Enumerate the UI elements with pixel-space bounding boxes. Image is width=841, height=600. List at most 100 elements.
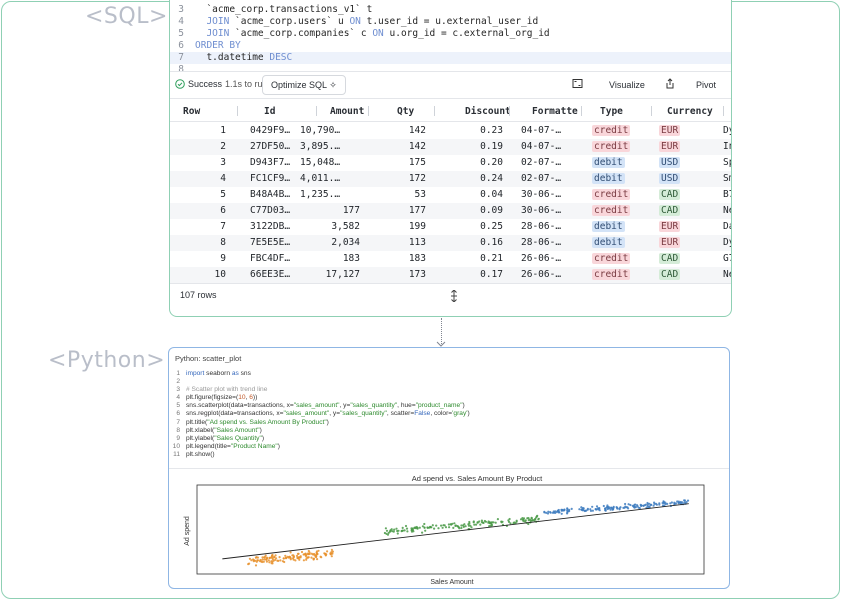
cell-qty: 199 — [408, 221, 426, 232]
scatter-point — [460, 526, 463, 530]
python-code-line[interactable]: 7 plt.title("Ad spend vs. Sales Amount By… — [169, 419, 729, 427]
line-number: 9 — [176, 434, 180, 442]
python-token: ) — [259, 426, 262, 434]
python-section-label: <Python> — [48, 348, 166, 373]
table-row[interactable]: 3 D943F7… 15,048… 175 0.20 02-07-… debit USD Sp — [170, 155, 731, 171]
scatter-point — [265, 560, 268, 563]
table-row[interactable]: 6 C77D03… 177 177 0.09 30-06-… credit CAD Ne — [170, 203, 731, 219]
cell-date: 30-06-… — [521, 205, 562, 216]
col-header-discount[interactable]: Discount — [465, 106, 511, 117]
column-divider[interactable] — [651, 106, 652, 116]
table-row[interactable]: 2 27DF50… 3,895.… 142 0.19 04-07-… credit EUR In — [170, 139, 731, 155]
table-row[interactable]: 7 3122DB… 3,582 199 0.25 28-06-… debit EUR Da — [170, 219, 731, 235]
output-divider — [169, 468, 729, 469]
table-row[interactable]: 8 7E5E5E… 2,034 113 0.16 28-06-… debit EUR Dy — [170, 235, 731, 251]
share-icon[interactable] — [665, 78, 675, 89]
column-divider[interactable] — [509, 106, 510, 116]
scatter-point — [416, 526, 419, 529]
status-text: Success — [188, 79, 223, 89]
table-row[interactable]: 9 FBC4DF… 183 183 0.21 26-06-… credit CAD G7 — [170, 251, 731, 267]
scatter-point — [488, 521, 491, 525]
scatter-point — [268, 561, 271, 564]
chart-title: Ad spend vs. Sales Amount By Product — [412, 474, 543, 483]
resize-handle-icon[interactable] — [450, 290, 458, 302]
python-token: sns.scatterplot(data=transactions, x= — [186, 402, 294, 410]
cell-extra: Dy — [723, 237, 731, 248]
sql-token: t.datetime — [195, 52, 270, 63]
cell-discount: 0.25 — [480, 221, 503, 232]
scatter-point — [310, 556, 313, 559]
python-token: as — [231, 370, 239, 377]
column-divider[interactable] — [237, 106, 238, 116]
python-code-line[interactable]: 5 sns.scatterplot(data=transactions, x="s… — [169, 402, 729, 410]
sql-code-line[interactable]: 6 ORDER BY — [170, 40, 731, 52]
sql-code-line[interactable]: 5 JOIN `acme_corp.companies` c ON u.org_… — [170, 28, 731, 40]
scatter-point — [530, 516, 533, 519]
cell-type: debit — [592, 173, 625, 184]
sql-code-line[interactable]: 3 `acme_corp.transactions_v1` t — [170, 4, 731, 16]
table-row[interactable]: 10 66EE3E… 17,127 173 0.17 26-06-… credit CAD Ne — [170, 267, 731, 283]
python-token: # Scatter plot with trend line — [186, 386, 268, 394]
cell-qty: 113 — [408, 237, 426, 248]
col-header-row[interactable]: Row — [183, 106, 200, 117]
optimize-sql-button[interactable]: Optimize SQL ✧ — [262, 75, 346, 95]
table-row[interactable]: 4 FC1CF9… 4,011.… 172 0.24 02-07-… debit USD Sm — [170, 171, 731, 187]
scatter-point — [670, 501, 673, 504]
python-editor[interactable]: 1 import seaborn as sns 2 3 # Scatter plot w… — [169, 370, 729, 459]
python-code-line[interactable]: 6 sns.regplot(data=transactions, x="sales… — [169, 410, 729, 418]
python-token: plt.show() — [186, 450, 215, 458]
python-code-line[interactable]: 1 import seaborn as sns — [169, 370, 729, 378]
cell-id: 66EE3E… — [250, 269, 291, 280]
column-divider[interactable] — [581, 106, 582, 116]
python-code-line[interactable]: 2 — [169, 378, 729, 386]
scatter-point — [437, 527, 440, 530]
python-token: , hue= — [397, 402, 416, 410]
cell-row: 5 — [220, 189, 226, 200]
column-divider[interactable] — [434, 106, 435, 116]
expand-icon[interactable] — [572, 78, 583, 89]
scatter-point — [302, 559, 305, 562]
col-header-currency[interactable]: Currency — [667, 106, 713, 117]
python-code-line[interactable]: 4 plt.figure(figsize=(10, 6)) — [169, 394, 729, 402]
cell-discount: 0.21 — [480, 253, 503, 264]
python-code-line[interactable]: 11 plt.show() — [169, 451, 729, 459]
column-divider[interactable] — [316, 106, 317, 116]
table-row[interactable]: 5 B48A4B… 1,235.… 53 0.04 30-06-… credit CAD B7 — [170, 187, 731, 203]
col-header-id[interactable]: Id — [264, 106, 275, 117]
scatter-point — [298, 556, 301, 559]
scatter-point — [312, 557, 315, 560]
scatter-point — [255, 556, 258, 559]
python-code-line[interactable]: 10 plt.legend(title="Product Name") — [169, 443, 729, 451]
col-header-qty[interactable]: Qty — [397, 106, 414, 117]
python-code-line[interactable]: 3 # Scatter plot with trend line — [169, 386, 729, 394]
scatter-point — [625, 506, 628, 509]
scatter-point — [431, 524, 434, 527]
sql-code-line[interactable]: 7 t.datetime DESC — [170, 52, 731, 64]
sql-editor[interactable]: 2FROM3 `acme_corp.transactions_v1` t4 JO… — [170, 0, 731, 75]
col-header-type[interactable]: Type — [600, 106, 623, 117]
col-header-formatted[interactable]: Formatte — [532, 106, 578, 117]
pivot-button[interactable]: Pivot — [696, 80, 716, 90]
column-divider[interactable] — [368, 106, 369, 116]
cell-discount: 0.19 — [480, 141, 503, 152]
visualize-button[interactable]: Visualize — [609, 80, 645, 90]
python-code-line[interactable]: 8 plt.xlabel("Sales Amount") — [169, 427, 729, 435]
scatter-point — [475, 523, 478, 526]
table-row[interactable]: 1 0429F9… 10,790… 142 0.23 04-07-… credit EUR Dy — [170, 123, 731, 139]
type-badge: debit — [592, 237, 625, 248]
cell-row: 8 — [220, 237, 226, 248]
sql-token: `acme_corp.users` u — [235, 16, 350, 27]
scatter-point — [527, 519, 530, 522]
cell-currency: USD — [659, 173, 681, 184]
results-header: Row Id Amount Qty Discount Formatte Type… — [170, 98, 731, 122]
scatter-point — [386, 533, 390, 536]
scatter-point — [282, 557, 285, 560]
col-header-amount[interactable]: Amount — [330, 106, 364, 117]
sql-code-line[interactable]: 4 JOIN `acme_corp.users` u ON t.user_id … — [170, 16, 731, 28]
cell-id: 7E5E5E… — [250, 237, 291, 248]
python-code-line[interactable]: 9 plt.ylabel("Sales Quantity") — [169, 435, 729, 443]
column-divider[interactable] — [723, 106, 724, 116]
scatter-point — [384, 527, 387, 530]
scatter-point — [263, 556, 266, 559]
scatter-point — [390, 528, 393, 531]
